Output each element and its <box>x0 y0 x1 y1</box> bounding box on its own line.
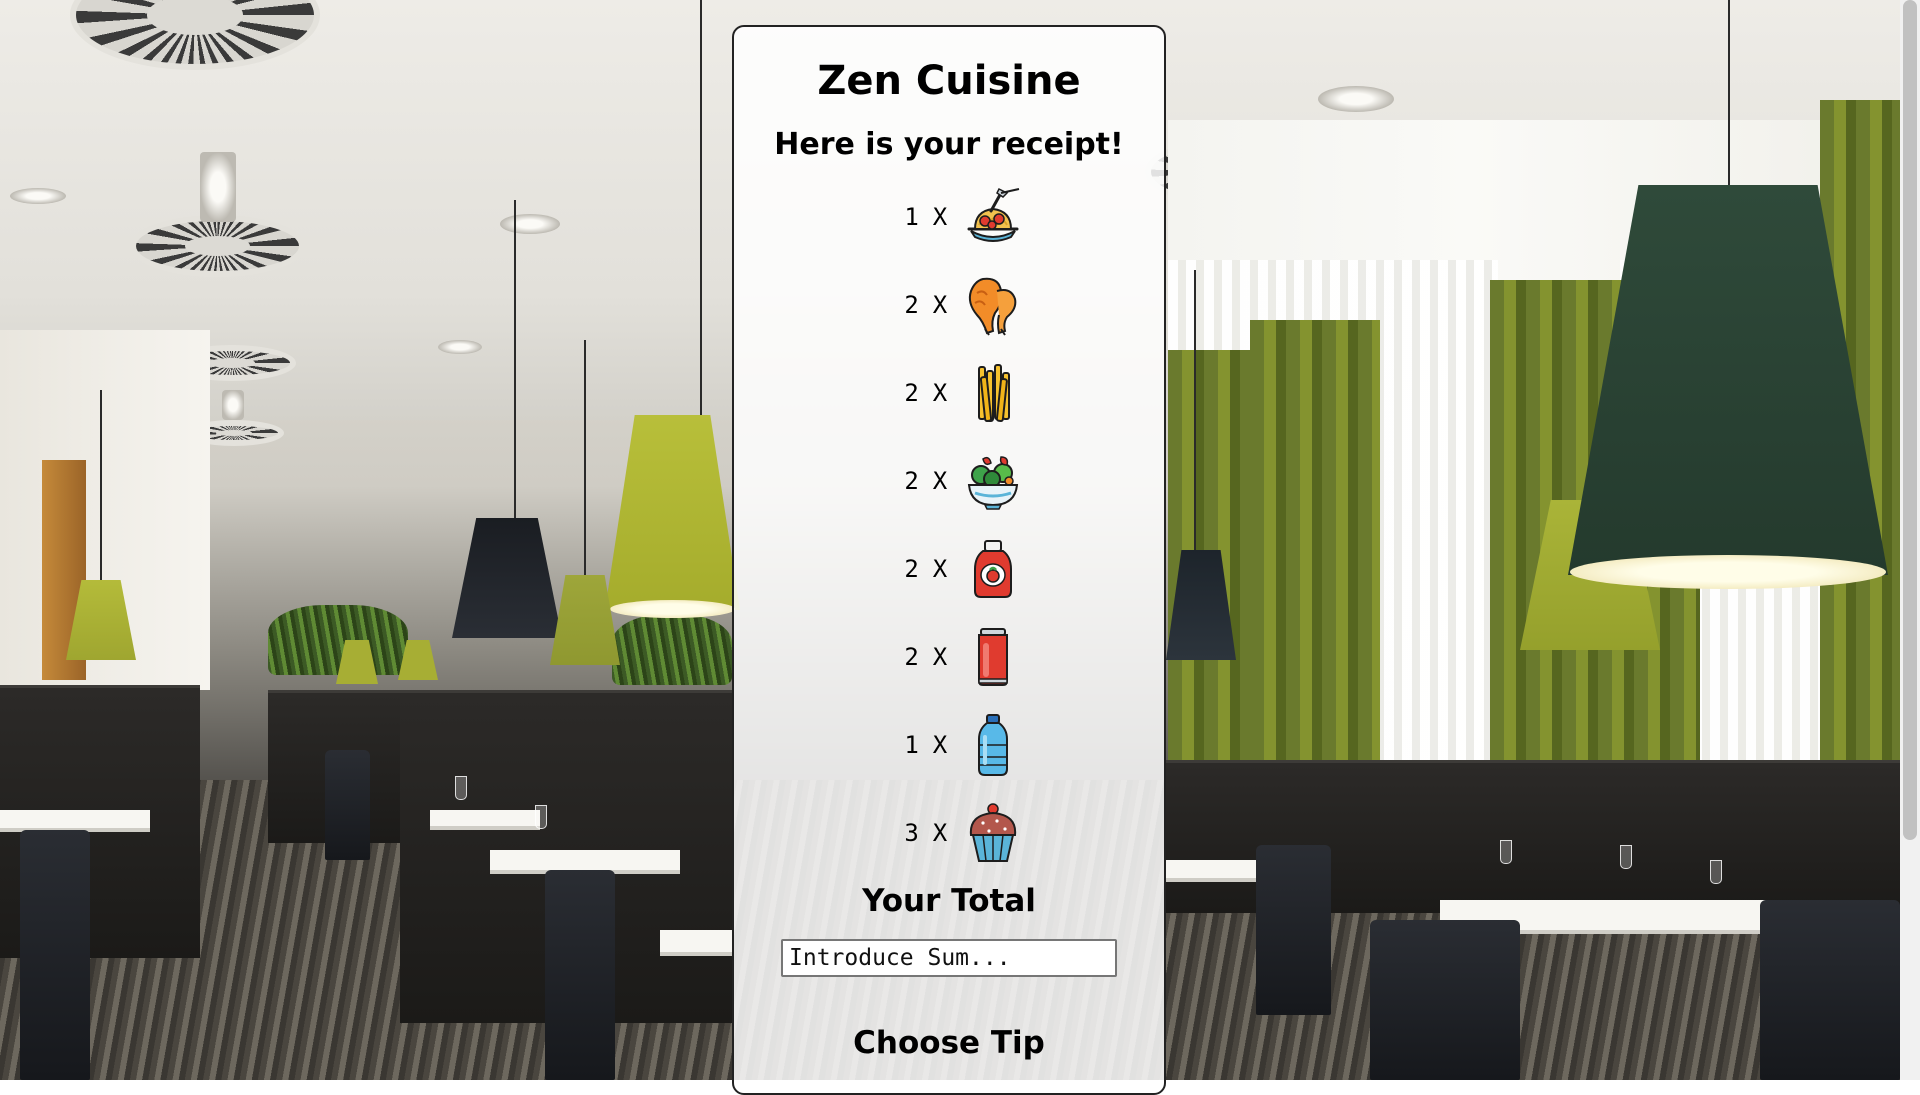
item-quantity: 2 <box>904 467 919 495</box>
item-quantity: 2 <box>904 379 919 407</box>
lamp-glow <box>610 600 735 618</box>
receipt-item-water: 1 X <box>734 701 1164 789</box>
salad-icon <box>968 456 1019 510</box>
dining-chair <box>1760 900 1900 1080</box>
lamp-glow <box>1570 555 1886 589</box>
dining-table <box>660 930 732 952</box>
dining-table <box>1166 860 1256 878</box>
total-label: Your Total <box>862 883 1036 919</box>
ceiling-downlight <box>1318 86 1394 112</box>
total-sum-input[interactable] <box>781 939 1117 977</box>
choose-tip-label: Choose Tip <box>853 1025 1045 1061</box>
dining-chair <box>20 830 90 1080</box>
ceiling-downlight <box>10 188 66 204</box>
times-sign: X <box>932 291 948 319</box>
ceiling-light-panel <box>200 152 236 222</box>
times-sign: X <box>932 643 948 671</box>
pendant-lamp-green <box>605 415 740 610</box>
receipt-item-chicken-wing: 2 X <box>734 261 1164 349</box>
times-sign: X <box>932 555 948 583</box>
lamp-cord <box>584 340 586 580</box>
chicken-wing-icon <box>969 277 1017 336</box>
dining-chair <box>1256 845 1331 1015</box>
ceiling-light-panel <box>222 390 244 420</box>
cupcake-icon <box>970 803 1017 862</box>
planter <box>612 615 732 685</box>
item-quantity: 2 <box>904 643 919 671</box>
times-sign: X <box>932 731 948 759</box>
wine-glass <box>1620 845 1632 869</box>
item-quantity: 2 <box>904 291 919 319</box>
wine-glass <box>455 776 467 800</box>
receipt-item-soda: 2 X <box>734 613 1164 701</box>
times-sign: X <box>932 379 948 407</box>
wine-glass <box>1710 860 1722 884</box>
dining-table <box>430 810 540 826</box>
receipt-item-ketchup: 2 X <box>734 525 1164 613</box>
soda-can-icon <box>978 628 1009 686</box>
receipt-item-spaghetti: 1 X <box>734 173 1164 261</box>
receipt-item-cupcake: 3 X <box>734 789 1164 877</box>
wine-glass <box>1500 840 1512 864</box>
dining-chair <box>325 750 370 860</box>
lamp-cord <box>514 200 516 520</box>
planter <box>268 605 408 675</box>
dining-table <box>0 810 150 828</box>
times-sign: X <box>932 203 948 231</box>
wine-glass <box>535 805 547 829</box>
page-scrollbar[interactable] <box>1900 0 1920 1080</box>
lamp-cord <box>1728 0 1730 200</box>
receipt-item-fries: 2 X <box>734 349 1164 437</box>
fries-icon <box>978 364 1011 422</box>
dining-chair <box>545 870 615 1080</box>
times-sign: X <box>932 467 948 495</box>
item-quantity: 1 <box>904 203 919 231</box>
lamp-cord <box>100 390 102 590</box>
receipt-items-list: 1 X 2 X 2 X 2 X 2 X 2 X 1 X 3 X <box>734 173 1164 877</box>
item-quantity: 3 <box>904 819 919 847</box>
lamp-cord <box>700 0 702 420</box>
spaghetti-icon <box>967 187 1020 242</box>
dining-chair <box>1370 920 1520 1080</box>
receipt-panel: Zen Cuisine Here is your receipt! 1 X 2 … <box>732 25 1166 1095</box>
receipt-item-salad: 2 X <box>734 437 1164 525</box>
item-quantity: 2 <box>904 555 919 583</box>
receipt-heading: Here is your receipt! <box>774 127 1124 162</box>
scrollbar-thumb[interactable] <box>1903 0 1917 840</box>
restaurant-name: Zen Cuisine <box>817 58 1081 104</box>
green-curtain <box>1250 320 1380 780</box>
dining-table <box>490 850 680 870</box>
ceiling-downlight <box>438 340 482 354</box>
lamp-cord <box>1194 270 1196 550</box>
ceiling-vent <box>130 215 305 277</box>
ketchup-bottle-icon <box>974 540 1013 598</box>
water-bottle-icon <box>978 714 1009 776</box>
item-quantity: 1 <box>904 731 919 759</box>
times-sign: X <box>932 819 948 847</box>
ceiling-downlight <box>500 214 560 234</box>
pendant-lamp-dark <box>452 518 562 638</box>
